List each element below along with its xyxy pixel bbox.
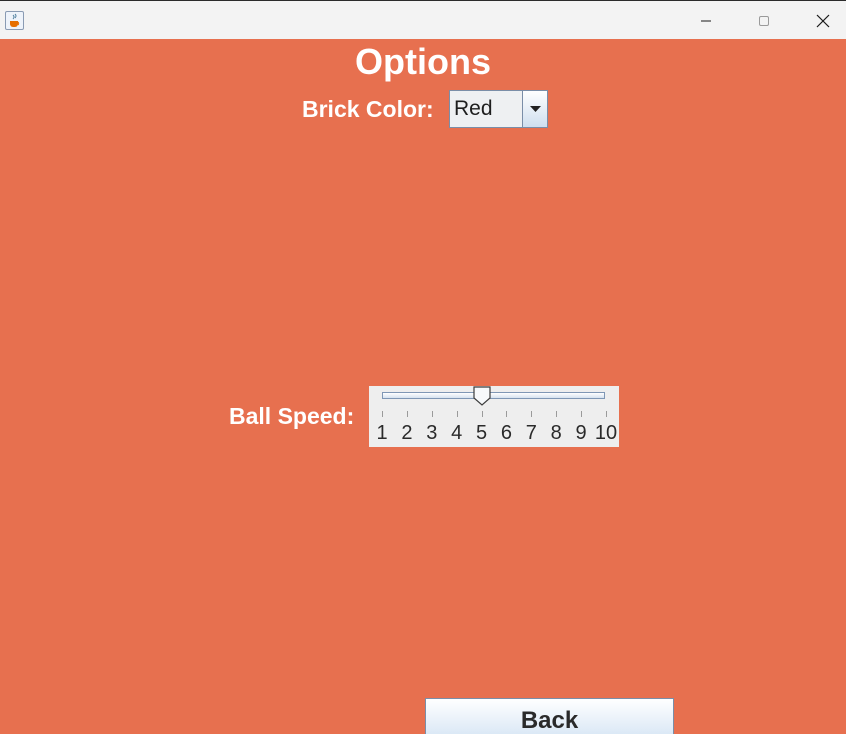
slider-tick-label: 4: [451, 422, 463, 444]
brick-color-label: Brick Color:: [302, 96, 434, 122]
slider-tick-label: 8: [550, 422, 562, 444]
slider-tick: [531, 411, 533, 417]
maximize-button[interactable]: [736, 1, 792, 40]
chevron-down-icon: [529, 106, 541, 112]
slider-tick: [506, 411, 508, 417]
close-button[interactable]: [795, 1, 846, 40]
slider-tick-label: 1: [376, 422, 388, 444]
ball-speed-slider[interactable]: 1 2 3 4 5 6 7 8 9 10: [369, 386, 619, 447]
slider-tick: [431, 411, 433, 417]
slider-thumb[interactable]: [472, 386, 492, 406]
slider-tick-label: 2: [401, 422, 413, 444]
ball-speed-label: Ball Speed:: [229, 403, 355, 429]
slider-tick: [481, 411, 483, 417]
slider-tick: [581, 411, 583, 417]
minimize-button[interactable]: [678, 1, 734, 40]
close-icon: [816, 14, 830, 27]
java-cup-icon: [5, 11, 24, 30]
window-title-bar: [0, 0, 846, 39]
slider-tick-label: 3: [426, 422, 438, 444]
slider-tick: [606, 411, 607, 417]
slider-tick-label: 5: [475, 422, 488, 444]
minimize-icon: [701, 20, 711, 21]
slider-tick: [456, 411, 458, 417]
slider-tick: [556, 411, 558, 417]
brick-color-dropdown[interactable]: Red: [449, 90, 548, 128]
brick-color-selected: Red: [454, 97, 493, 120]
slider-tick: [406, 411, 408, 417]
slider-tick-label: 6: [500, 422, 512, 444]
slider-tick-label: 7: [525, 422, 537, 444]
slider-track[interactable]: [382, 392, 605, 399]
back-button[interactable]: Back: [425, 698, 674, 734]
options-panel: Options Brick Color: Red Ball Speed: 123…: [0, 39, 846, 734]
slider-tick-label: 10: [594, 422, 618, 444]
page-title: Options: [355, 41, 491, 82]
slider-tick: [382, 411, 383, 417]
dropdown-arrow-button[interactable]: [522, 91, 547, 127]
slider-tick-label: 9: [575, 422, 587, 444]
maximize-icon: [759, 15, 769, 26]
